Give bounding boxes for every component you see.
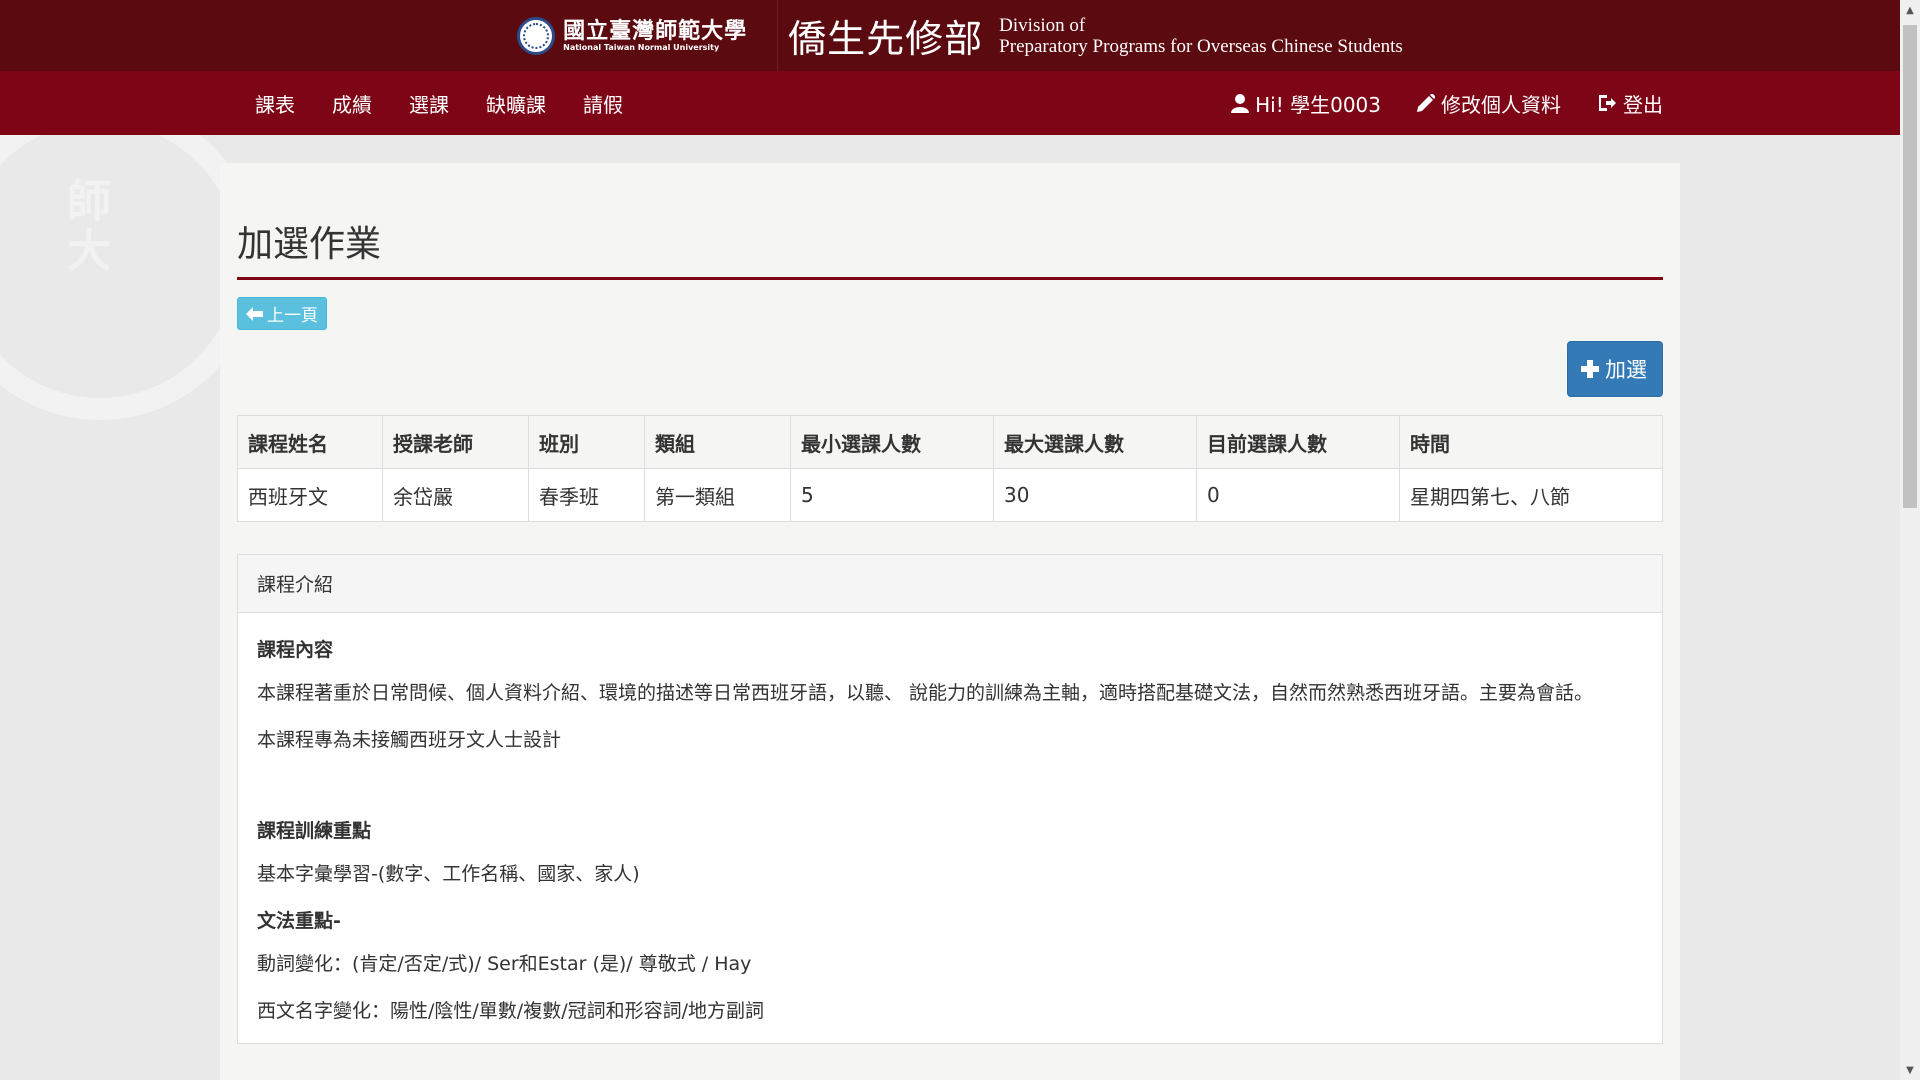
university-seal-icon [517,16,556,55]
user-icon [1231,94,1250,113]
cell-max-enrollment: 30 [993,468,1197,522]
user-menu: Hi! 學生0003 修改個人資料 登出 [1195,89,1663,118]
cell-group: 第一類組 [644,468,791,522]
add-button-row: 加選 [237,341,1663,397]
table-header-row: 課程姓名 授課老師 班別 類組 最小選課人數 最大選課人數 目前選課人數 時間 [237,415,1663,469]
content-card: 加選作業 上一頁 加選 課程姓名 授課老師 班別 類組 最小選課人數 最大選課人… [220,163,1680,1080]
scrollbar-thumb[interactable] [1903,25,1917,508]
col-min-enrollment: 最小選課人數 [790,415,994,469]
cell-class: 春季班 [528,468,645,522]
section-grammar-paragraph: 動詞變化：(肯定/否定/式)/ Ser和Estar (是)/ 尊敬式 / Hay [257,953,752,975]
col-class: 班別 [528,415,645,469]
col-group: 類組 [644,415,791,469]
department-name-en-line2: Preparatory Programs for Overseas Chines… [999,35,1403,57]
course-table: 課程姓名 授課老師 班別 類組 最小選課人數 最大選課人數 目前選課人數 時間 … [237,415,1663,522]
brand-logo[interactable]: 國立臺灣師範大學 National Taiwan Normal Universi… [517,0,1403,71]
section-title-training: 課程訓練重點 [257,820,372,842]
cell-min-enrollment: 5 [790,468,994,522]
university-name: 國立臺灣師範大學 National Taiwan Normal Universi… [563,19,747,53]
scroll-down-icon[interactable]: ▼ [1900,1060,1920,1080]
department-name-zh: 僑生先修部 [788,17,984,61]
university-name-zh: 國立臺灣師範大學 [563,17,748,44]
col-course-name: 課程姓名 [237,415,383,469]
course-intro-body: 課程內容 本課程著重於日常問候、個人資料介紹、環境的描述等日常西班牙語，以聽、 … [238,613,1662,1027]
plus-icon [1581,360,1599,378]
watermark-text: 師 大 [67,176,111,277]
table-row: 西班牙文 余岱嚴 春季班 第一類組 5 30 0 星期四第七、八節 [237,468,1663,522]
section-title-content: 課程內容 [257,639,334,661]
cell-teacher: 余岱嚴 [382,468,529,522]
section-content-paragraph: 本課程專為未接觸西班牙文人士設計 [257,729,562,751]
logout-icon [1599,95,1616,111]
nav-item-leave[interactable]: 請假 [583,89,623,118]
section-training-paragraph: 基本字彙學習-(數字、工作名稱、國家、家人) [257,863,640,885]
col-time: 時間 [1399,415,1663,469]
edit-profile-label: 修改個人資料 [1441,92,1561,117]
course-intro-panel: 課程介紹 課程內容 本課程著重於日常問候、個人資料介紹、環境的描述等日常西班牙語… [237,554,1663,1044]
page-title: 加選作業 [237,215,1663,280]
pencil-icon [1417,94,1435,112]
section-content-paragraph: 本課程著重於日常問候、個人資料介紹、環境的描述等日常西班牙語，以聽、 說能力的訓… [257,682,1594,704]
cell-course-name: 西班牙文 [237,468,383,522]
user-greeting-link[interactable]: Hi! 學生0003 [1231,89,1381,118]
course-intro-heading: 課程介紹 [238,555,1662,613]
nav-menu: 課表 成績 選課 缺曠課 請假 [255,89,660,118]
add-course-label: 加選 [1605,358,1647,382]
nav-item-absences[interactable]: 缺曠課 [486,89,546,118]
nav-item-grades[interactable]: 成績 [332,89,372,118]
university-name-en: National Taiwan Normal University [563,42,720,52]
logout-link[interactable]: 登出 [1597,89,1663,118]
department-name-en-line1: Division of [999,14,1086,36]
main-navbar: 課表 成績 選課 缺曠課 請假 Hi! 學生0003 修改個人資料 登出 [0,71,1920,135]
brand-divider [777,0,779,71]
arrow-left-icon [246,306,263,321]
cell-time: 星期四第七、八節 [1399,468,1663,522]
page-scrollbar[interactable]: ▲ ▼ [1900,0,1920,1080]
section-title-grammar: 文法重點- [257,910,341,932]
back-button[interactable]: 上一頁 [237,297,327,330]
logout-label: 登出 [1623,92,1663,117]
col-teacher: 授課老師 [382,415,529,469]
col-current-enrollment: 目前選課人數 [1196,415,1400,469]
scroll-up-icon[interactable]: ▲ [1900,0,1920,20]
nav-item-course-selection[interactable]: 選課 [409,89,449,118]
user-greeting: Hi! 學生0003 [1255,92,1381,117]
nav-item-schedule[interactable]: 課表 [255,89,295,118]
col-max-enrollment: 最大選課人數 [993,415,1197,469]
edit-profile-link[interactable]: 修改個人資料 [1417,89,1561,118]
department-name-en: Division of Preparatory Programs for Ove… [999,15,1403,57]
back-button-label: 上一頁 [267,306,318,326]
cell-current-enrollment: 0 [1196,468,1400,522]
site-header: 國立臺灣師範大學 National Taiwan Normal Universi… [0,0,1920,71]
add-course-button[interactable]: 加選 [1567,341,1663,397]
section-grammar-paragraph: 西文名字變化：陽性/陰性/單數/複數/冠詞和形容詞/地方副詞 [257,1000,765,1022]
